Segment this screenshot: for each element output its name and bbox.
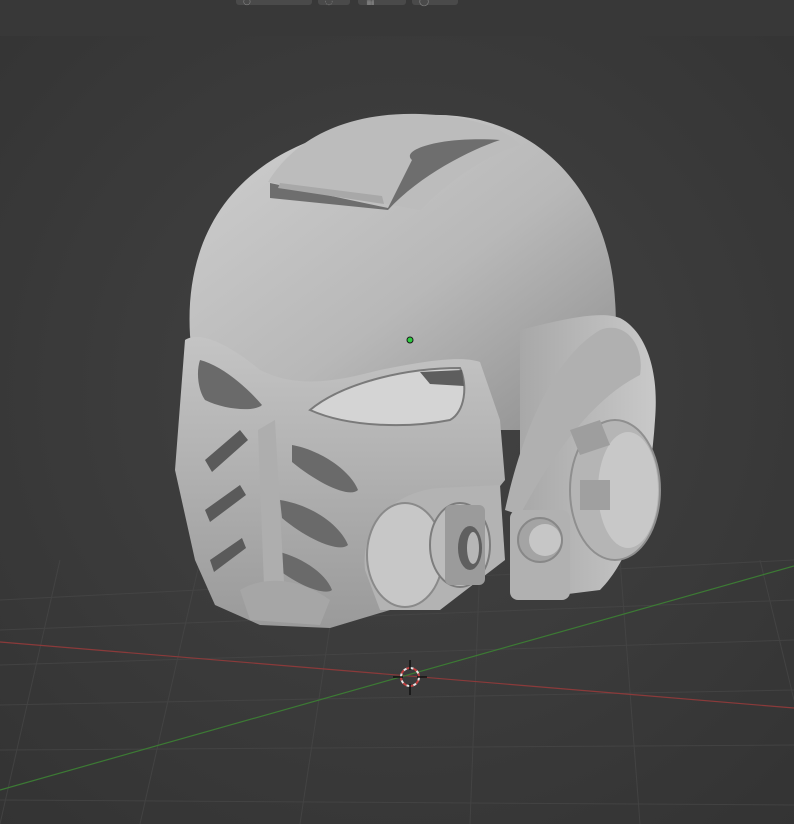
ear-disc (569, 419, 661, 561)
object-origin-point[interactable] (406, 336, 414, 344)
3d-viewport[interactable]: ○ ◌ ▦ ◯ (0, 0, 794, 824)
side-bolt (510, 510, 570, 600)
viewport-canvas[interactable] (0, 0, 794, 824)
